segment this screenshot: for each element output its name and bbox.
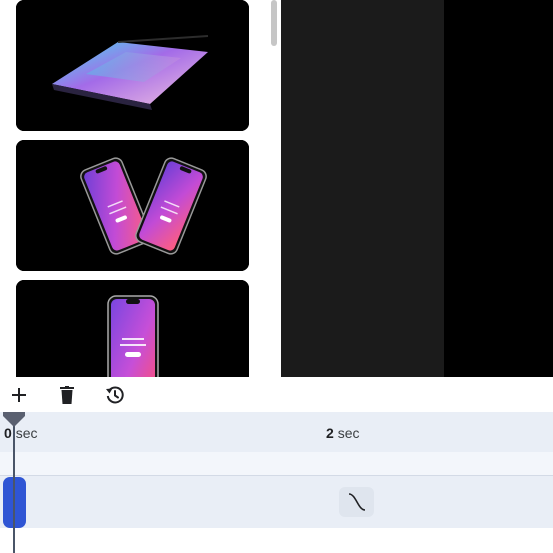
thumbnail-laptop-mockup[interactable] [16,0,249,131]
thumbnail-scrollbar[interactable] [268,0,281,377]
timeline-spacer-row [0,452,553,475]
time-ruler[interactable]: 0 sec 2 sec [0,412,553,452]
trash-icon [60,386,74,404]
plus-icon [12,388,26,402]
thumbnail-single-phone-mockup[interactable] [16,280,249,377]
playhead-line [13,425,15,553]
media-thumbnail-panel [0,0,268,377]
delete-button[interactable] [54,382,80,408]
transition-button[interactable] [339,487,374,517]
timeline-panel: 0 sec 2 sec [0,377,553,553]
ruler-label-2: 2 sec [326,425,360,441]
thumbnail-scrollbar-thumb[interactable] [271,0,277,46]
timeline-toolbar [0,377,553,412]
history-icon [106,386,124,404]
history-button[interactable] [102,382,128,408]
playhead-handle[interactable] [3,412,25,427]
preview-area [281,0,553,377]
preview-canvas [281,0,444,377]
clip-track[interactable] [0,475,553,529]
ease-curve-icon [348,493,365,511]
add-button[interactable] [6,382,32,408]
timeline-empty-row [0,528,553,553]
thumbnail-two-phones-mockup[interactable] [16,140,249,271]
ruler-label-0: 0 sec [4,425,38,441]
